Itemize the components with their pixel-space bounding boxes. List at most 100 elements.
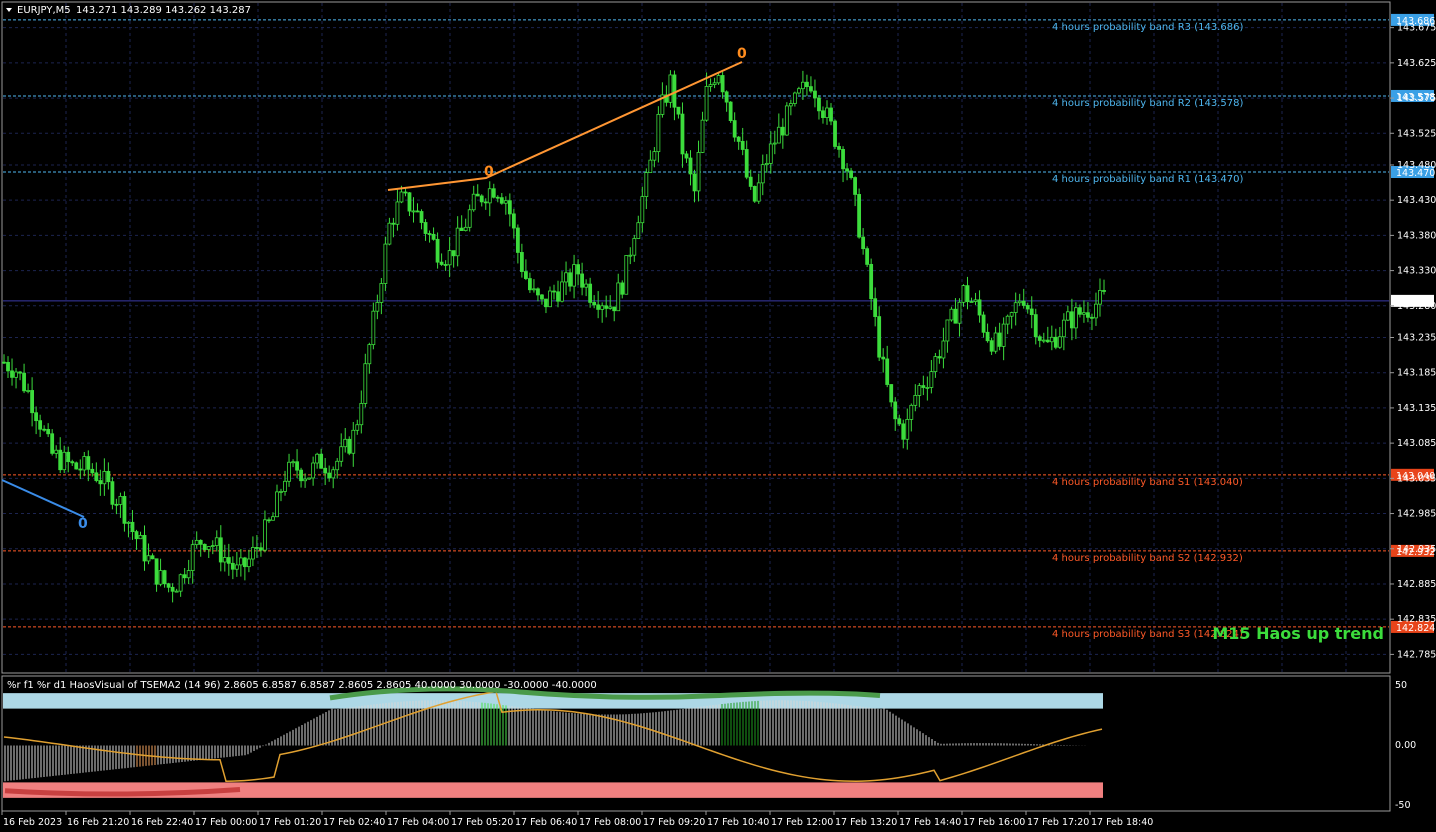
candle-body — [295, 461, 299, 471]
candle-body — [142, 535, 147, 562]
candle-body — [359, 403, 364, 426]
candle-body — [202, 543, 207, 550]
candle-body — [34, 412, 39, 422]
candle-body — [833, 120, 837, 147]
candle-body — [628, 254, 633, 257]
candle-body — [210, 545, 215, 548]
indicator-scale-bottom: -50 — [1395, 800, 1411, 811]
price-tick-label: 143.135 — [1397, 403, 1436, 414]
candle-body — [483, 201, 488, 204]
candle-body — [973, 299, 978, 302]
candle-body — [648, 159, 653, 174]
candle-body — [1029, 308, 1034, 316]
candle-body — [1013, 302, 1018, 313]
candle-body — [576, 264, 580, 275]
time-tick-label: 16 Feb 21:20 — [67, 817, 129, 828]
price-tick-label: 143.380 — [1397, 230, 1436, 241]
band-label-s2: 4 hours probability band S2 (142.932) — [1052, 553, 1243, 564]
candle-body — [560, 281, 564, 302]
candle-body — [515, 227, 520, 253]
price-tick-label: 142.935 — [1397, 544, 1436, 555]
time-tick-label: 17 Feb 16:00 — [963, 817, 1025, 828]
candle-body — [632, 238, 637, 256]
candle-body — [865, 248, 870, 265]
candle-body — [945, 319, 950, 342]
candle-body — [684, 153, 689, 159]
chart-canvas[interactable]: 4 hours probability band R3 (143.686) 143… — [0, 0, 1436, 832]
time-axis: 16 Feb 2023 16 Feb 21:20 16 Feb 22:40 17 Fe… — [1, 811, 1153, 828]
candle-body — [18, 371, 22, 374]
candle-body — [688, 157, 693, 175]
candle-body — [580, 273, 585, 288]
candle-body — [885, 358, 890, 385]
candle-body — [692, 173, 697, 192]
candle-body — [455, 227, 460, 257]
candle-body — [564, 272, 568, 283]
fractal-down-marker-2: 0 — [737, 46, 747, 62]
symbol-label[interactable]: EURJPY,M5 — [17, 5, 71, 16]
candle-body — [134, 531, 139, 540]
candle-body — [933, 356, 938, 373]
candle-body — [363, 363, 368, 404]
candle-body — [680, 113, 685, 155]
candle-body — [495, 196, 500, 199]
candle-body — [724, 91, 729, 103]
candle-body — [829, 107, 833, 122]
candle-body — [110, 481, 115, 505]
candle-body — [283, 480, 287, 492]
candle-body — [929, 371, 934, 388]
candle-body — [712, 82, 717, 86]
time-tick-label: 16 Feb 2023 — [3, 817, 62, 828]
candle-body — [431, 233, 436, 240]
candle-body — [764, 163, 769, 166]
candle-body — [491, 188, 496, 198]
candle-body — [375, 302, 380, 312]
candle-body — [792, 92, 797, 104]
candle-body — [997, 332, 1002, 347]
candle-body — [608, 306, 613, 309]
candle-body — [696, 152, 701, 192]
candle-body — [1053, 336, 1058, 348]
candle-body — [989, 340, 994, 352]
candle-body — [130, 521, 135, 533]
candle-body — [355, 424, 360, 431]
candle-body — [805, 81, 809, 88]
candle-body — [439, 261, 444, 265]
candle-body — [319, 453, 324, 469]
candle-body — [279, 491, 283, 493]
candle-body — [182, 574, 187, 579]
candle-body — [186, 570, 191, 579]
candle-body — [592, 302, 597, 306]
candle-body — [407, 192, 412, 212]
candle-body — [917, 385, 922, 396]
candle-body — [656, 113, 661, 153]
candle-body — [1069, 311, 1074, 329]
candle-body — [106, 470, 111, 483]
candle-body — [10, 370, 14, 378]
candle-body — [817, 97, 821, 112]
candle-body — [271, 516, 275, 521]
candle-body — [809, 86, 813, 92]
candle-body — [447, 250, 452, 266]
candle-body — [636, 222, 641, 239]
candle-body — [403, 191, 408, 194]
candle-body — [921, 385, 926, 388]
candle-body — [395, 201, 400, 225]
candle-body — [70, 461, 75, 464]
candle-body — [198, 539, 203, 545]
candle-body — [1098, 290, 1102, 305]
indicator-label: %r f1 %r d1 HaosVisual of TSEMA2 (14 96)… — [7, 680, 597, 691]
candle-body — [259, 547, 263, 551]
candle-body — [981, 314, 986, 333]
candle-body — [242, 557, 247, 568]
candle-body — [620, 282, 625, 295]
candle-body — [415, 210, 420, 213]
candle-body — [471, 193, 476, 211]
candle-body — [267, 519, 271, 522]
candle-body — [126, 521, 131, 524]
candle-body — [977, 299, 982, 316]
candle-body — [275, 491, 279, 518]
candle-body — [953, 308, 958, 324]
candle-body — [230, 562, 235, 570]
candle-body — [841, 148, 845, 170]
